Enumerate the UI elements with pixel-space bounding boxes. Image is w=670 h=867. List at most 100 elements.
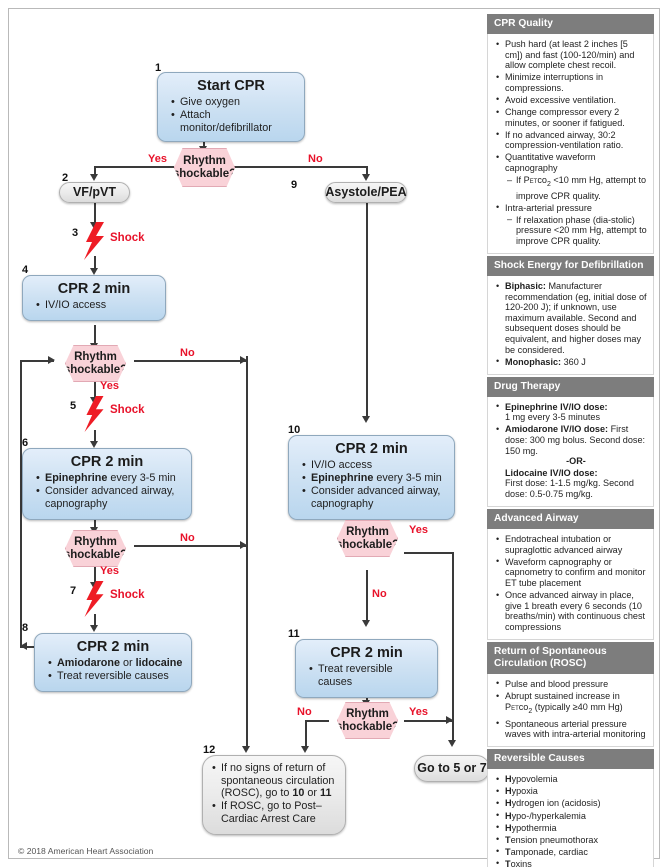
- arrowhead-box4: [90, 268, 98, 275]
- box-start-cpr[interactable]: Start CPR Give oxygen Attach monitor/def…: [157, 72, 305, 142]
- connector-decision3-no: [134, 545, 246, 547]
- step-number-3: 3: [72, 227, 79, 239]
- decision-label: Rhythm shockable?: [337, 708, 398, 734]
- list-item: Monophasic: 360 J: [496, 356, 647, 368]
- label-decision2-no: No: [180, 347, 195, 359]
- algorithm-page: 1 Start CPR Give oxygen Attach monitor/d…: [0, 0, 670, 867]
- box-cpr-2min-8-list: Amiodarone or lidocaine Treat reversible…: [39, 657, 187, 683]
- list-item: Give oxygen: [171, 96, 296, 109]
- box-cpr-2min-8[interactable]: CPR 2 min Amiodarone or lidocaine Treat …: [34, 633, 192, 693]
- connector-box2-to-shock3: [94, 202, 96, 224]
- arrowhead-decision2-return: [48, 356, 55, 364]
- list-item: Amiodarone or lidocaine: [48, 657, 183, 670]
- list-item: Amiodarone IV/IO dose: First dose: 300 m…: [496, 424, 647, 499]
- list-item: Spontaneous arterial pressure waves with…: [496, 718, 647, 740]
- box-asystole-pea[interactable]: Asystole/PEA: [325, 182, 407, 203]
- label-decision3-no: No: [180, 532, 195, 544]
- box-asystole-pea-title: Asystole/PEA: [325, 185, 407, 199]
- list-item: Attach monitor/defibrillator: [171, 109, 296, 134]
- sidebar-panel-list: HypovolemiaHypoxiaHydrogen ion (acidosis…: [494, 774, 647, 867]
- decision-line1: Rhythm: [74, 350, 117, 363]
- box-cpr-2min-6-list: Epinephrine every 3-5 min Consider advan…: [27, 472, 187, 510]
- decision-rhythm-shockable-3[interactable]: Rhythm shockable?: [65, 530, 126, 567]
- label-decision5-no: No: [297, 706, 312, 718]
- label-shock-7: Shock: [110, 589, 145, 601]
- box-start-cpr-list: Give oxygen Attach monitor/defibrillator: [162, 96, 300, 134]
- sidebar-panel-list: Biphasic: Manufacturer recommendation (e…: [494, 280, 647, 368]
- box-cpr-2min-4[interactable]: CPR 2 min IV/IO access: [22, 275, 166, 322]
- decision-line2: shockable?: [63, 548, 128, 561]
- connector-decision2-no: [134, 360, 246, 362]
- lightning-bolt-icon-5: [84, 396, 104, 432]
- box-cpr-2min-11[interactable]: CPR 2 min Treat reversible causes: [295, 639, 438, 698]
- connector-decision4-yes-down: [452, 552, 454, 742]
- box-cpr-2min-6[interactable]: CPR 2 min Epinephrine every 3-5 min Cons…: [22, 448, 192, 520]
- list-item: Hypo-/hyperkalemia: [496, 810, 647, 822]
- list-item: Biphasic: Manufacturer recommendation (e…: [496, 280, 647, 355]
- step-number-11: 11: [288, 628, 300, 640]
- step-number-9: 9: [291, 179, 298, 191]
- sidebar-panel-header: Reversible Causes: [487, 749, 654, 770]
- list-item: If Petco2 <10 mm Hg, attempt to improve …: [507, 175, 647, 201]
- list-item: Hypothermia: [496, 822, 647, 834]
- list-item: Pulse and blood pressure: [496, 678, 647, 690]
- list-item: Hypovolemia: [496, 774, 647, 785]
- arrowhead-decision5-yes: [446, 716, 453, 724]
- sidebar-panels: CPR Quality Push hard (at least 2 inches …: [487, 14, 654, 867]
- list-item: Toxins: [496, 858, 647, 867]
- box-cpr-2min-6-title: CPR 2 min: [70, 454, 144, 470]
- decision-line2: shockable?: [172, 167, 237, 180]
- arrowhead-box10: [362, 416, 370, 423]
- step-number-7: 7: [70, 585, 77, 597]
- box-goto-5-or-7[interactable]: Go to 5 or 7: [414, 755, 490, 782]
- label-decision4-yes: Yes: [409, 524, 428, 536]
- sidebar-panel: Return of Spontaneous Circulation (ROSC)…: [487, 641, 654, 748]
- list-item: Once advanced airway in place, give 1 br…: [496, 590, 647, 632]
- list-item: Minimize interruptions in compressions.: [496, 72, 647, 93]
- sidebar-panel-body: Pulse and blood pressureAbrupt sustained…: [487, 673, 654, 748]
- sidebar-panel: Advanced Airway Endotracheal intubation o…: [487, 509, 654, 640]
- decision-rhythm-shockable-5[interactable]: Rhythm shockable?: [337, 702, 398, 739]
- box-vf-pvt-title: VF/pVT: [72, 185, 117, 199]
- list-item: Epinephrine every 3-5 min: [302, 472, 446, 485]
- label-decision2-yes: Yes: [100, 380, 119, 392]
- sidebar-panel-body: Epinephrine IV/IO dose:1 mg every 3-5 mi…: [487, 396, 654, 508]
- list-item: Consider advanced airway, capnography: [36, 485, 183, 510]
- decision-line1: Rhythm: [74, 535, 117, 548]
- sidebar-panel-body: Endotracheal intubation or supraglottic …: [487, 529, 654, 640]
- box-start-cpr-title: Start CPR: [197, 78, 265, 94]
- sidebar-panel-header: Drug Therapy: [487, 376, 654, 397]
- list-item: Epinephrine every 3-5 min: [36, 472, 183, 485]
- decision-line2: shockable?: [335, 538, 400, 551]
- list-item: Endotracheal intubation or supraglottic …: [496, 534, 647, 555]
- sidebar-panel-list: Pulse and blood pressureAbrupt sustained…: [494, 678, 647, 740]
- list-item: Avoid excessive ventilation.: [496, 94, 647, 106]
- decision-rhythm-shockable-2[interactable]: Rhythm shockable?: [65, 345, 126, 382]
- connector-decision5-yes: [404, 720, 452, 722]
- decision-label: Rhythm shockable?: [172, 155, 237, 181]
- box-cpr-2min-10[interactable]: CPR 2 min IV/IO access Epinephrine every…: [288, 435, 455, 520]
- list-item: Push hard (at least 2 inches [5 cm]) and…: [496, 39, 647, 71]
- decision-line1: Rhythm: [346, 525, 389, 538]
- sidebar-panel-body: Biphasic: Manufacturer recommendation (e…: [487, 276, 654, 375]
- box-vf-pvt[interactable]: VF/pVT: [59, 182, 130, 203]
- list-item: Treat reversible causes: [48, 670, 183, 683]
- arrowhead-box12-right: [301, 746, 309, 753]
- sidebar-panel-header: Shock Energy for Defibrillation: [487, 256, 654, 276]
- box-goto-5-or-7-title: Go to 5 or 7: [417, 761, 487, 775]
- decision-rhythm-shockable-1[interactable]: Rhythm shockable?: [174, 148, 235, 187]
- lightning-bolt-icon-3: [84, 222, 104, 260]
- connector-decision4-yes: [404, 552, 453, 554]
- box-cpr-2min-8-title: CPR 2 min: [76, 639, 150, 655]
- lightning-bolt-icon-7: [84, 581, 104, 617]
- sidebar-panel: Drug Therapy Epinephrine IV/IO dose:1 mg …: [487, 376, 654, 508]
- decision-rhythm-shockable-4[interactable]: Rhythm shockable?: [337, 520, 398, 557]
- box-rosc-outcome[interactable]: If no signs of return of spontaneous cir…: [202, 755, 346, 835]
- list-item: IV/IO access: [302, 459, 446, 472]
- step-number-6: 6: [22, 437, 29, 449]
- connector-box9-to-box10: [366, 202, 368, 418]
- arrowhead-box2: [90, 174, 98, 181]
- decision-label: Rhythm shockable?: [65, 350, 126, 377]
- sidebar-panel-body: Push hard (at least 2 inches [5 cm]) and…: [487, 34, 654, 254]
- box-rosc-outcome-list: If no signs of return of spontaneous cir…: [205, 762, 341, 825]
